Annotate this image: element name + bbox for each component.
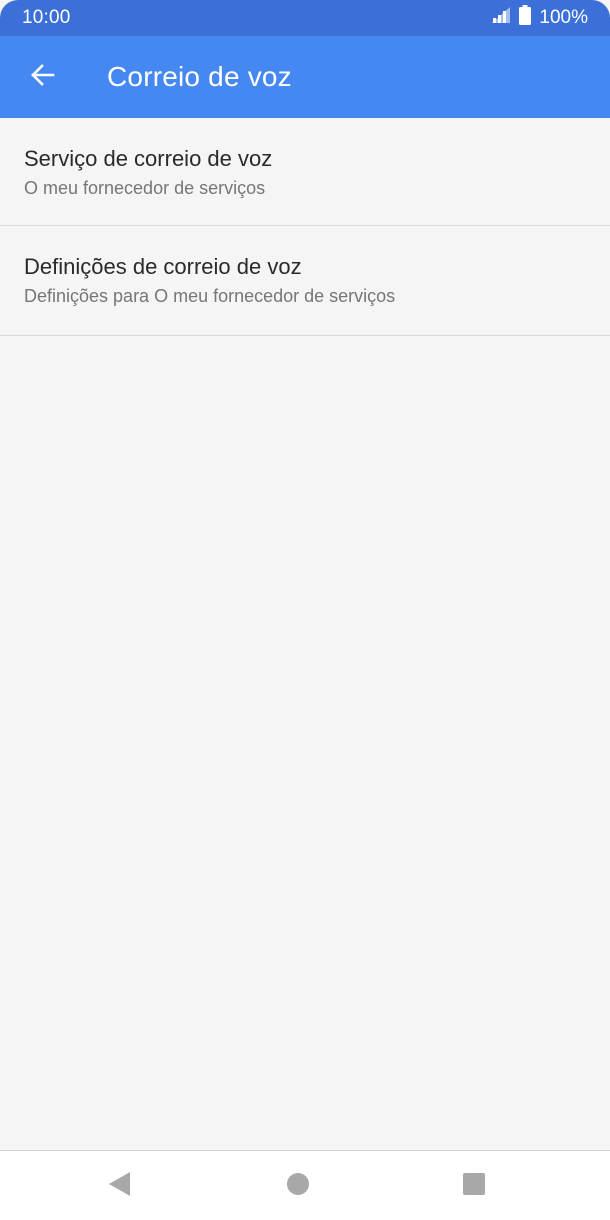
status-time: 10:00 xyxy=(22,7,71,28)
nav-recents-icon xyxy=(462,1172,486,1201)
voicemail-service-item[interactable]: Serviço de correio de voz O meu forneced… xyxy=(0,118,610,226)
status-bar: 10:00 100% xyxy=(0,0,610,36)
app-bar: Correio de voz xyxy=(0,36,610,118)
signal-icon xyxy=(491,6,511,30)
list-item-subtitle: O meu fornecedor de serviços xyxy=(24,178,266,198)
list-item-title: Definições de correio de voz xyxy=(24,254,302,279)
nav-home-icon xyxy=(286,1172,310,1201)
battery-percentage: 100% xyxy=(539,7,588,28)
battery-icon xyxy=(519,5,532,31)
nav-home-button[interactable] xyxy=(283,1171,313,1201)
nav-back-icon xyxy=(108,1171,132,1202)
settings-list: Serviço de correio de voz O meu forneced… xyxy=(0,118,610,336)
back-button[interactable] xyxy=(22,57,62,97)
arrow-left-icon xyxy=(29,63,55,92)
nav-recents-button[interactable] xyxy=(459,1171,489,1201)
list-item-subtitle: Definições para O meu fornecedor de serv… xyxy=(24,286,396,306)
navigation-bar xyxy=(0,1150,610,1220)
status-indicators: 100% xyxy=(491,5,588,31)
page-title: Correio de voz xyxy=(107,61,292,92)
list-item-title: Serviço de correio de voz xyxy=(24,146,273,171)
nav-back-button[interactable] xyxy=(105,1171,135,1201)
voicemail-settings-item[interactable]: Definições de correio de voz Definições … xyxy=(0,226,610,336)
